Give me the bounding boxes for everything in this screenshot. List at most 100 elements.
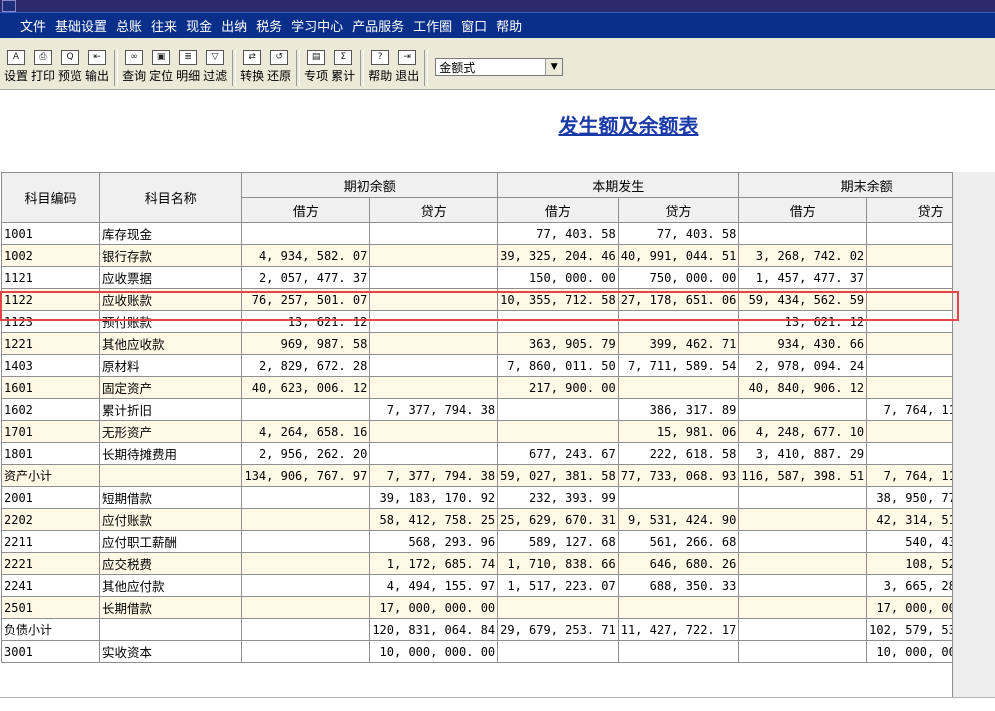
cell-period-debit[interactable]: 363, 905. 79	[497, 332, 619, 355]
table-row[interactable]: 1403 原材料 2, 829, 672. 28 7, 860, 011. 50 7, …	[1, 354, 995, 377]
cell-account-name[interactable]: 固定资产	[98, 376, 243, 399]
cell-account-code[interactable]: 1221	[1, 332, 100, 355]
query-button[interactable]: ∞ 查询	[121, 50, 147, 84]
cell-period-credit[interactable]: 7, 711, 589. 54	[617, 354, 740, 377]
cell-period-credit[interactable]	[617, 596, 740, 619]
cell-period-credit[interactable]: 688, 350. 33	[617, 574, 740, 597]
cell-opening-credit[interactable]	[369, 310, 499, 333]
cell-account-code[interactable]: 2241	[1, 574, 100, 597]
cell-account-name[interactable]: 无形资产	[98, 420, 243, 443]
cell-opening-debit[interactable]	[241, 222, 371, 245]
menu-file[interactable]: 文件	[20, 16, 46, 35]
cell-period-debit[interactable]	[497, 596, 619, 619]
menu-cash[interactable]: 现金	[186, 16, 212, 35]
cell-account-code[interactable]: 2221	[1, 552, 100, 575]
cell-opening-debit[interactable]	[241, 552, 371, 575]
cell-account-name[interactable]: 其他应付款	[98, 574, 243, 597]
cell-period-credit[interactable]: 561, 266. 68	[617, 530, 740, 553]
export-button[interactable]: ⇤ 输出	[84, 50, 110, 84]
exit-button[interactable]: ⇥ 退出	[394, 50, 420, 84]
cell-account-code[interactable]: 1701	[1, 420, 100, 443]
chevron-down-icon[interactable]: ▼	[545, 59, 563, 75]
cell-period-credit[interactable]: 77, 403. 58	[617, 222, 740, 245]
cell-period-credit[interactable]: 11, 427, 722. 17	[617, 618, 740, 641]
table-row[interactable]: 1602 累计折旧 7, 377, 794. 38 386, 317. 89 7, 76…	[1, 398, 995, 421]
table-row[interactable]: 2221 应交税费 1, 172, 685. 74 1, 710, 838. 66 64…	[1, 552, 995, 575]
cell-account-code[interactable]: 3001	[1, 640, 100, 663]
cell-period-credit[interactable]: 15, 981. 06	[617, 420, 740, 443]
cell-period-debit[interactable]	[497, 310, 619, 333]
cell-closing-debit[interactable]: 1, 457, 477. 37	[738, 266, 868, 289]
cell-opening-credit[interactable]: 4, 494, 155. 97	[369, 574, 499, 597]
cell-opening-credit[interactable]: 7, 377, 794. 38	[369, 398, 499, 421]
cell-opening-credit[interactable]: 568, 293. 96	[369, 530, 499, 553]
cell-account-code[interactable]: 1601	[1, 376, 100, 399]
cell-account-name[interactable]: 银行存款	[98, 244, 243, 267]
cell-closing-debit[interactable]	[738, 552, 868, 575]
table-row[interactable]: 2202 应付账款 58, 412, 758. 25 25, 629, 670. 31…	[1, 508, 995, 531]
menu-cashier[interactable]: 出纳	[221, 16, 247, 35]
cell-account-code[interactable]: 2211	[1, 530, 100, 553]
cell-account-name[interactable]: 累计折旧	[98, 398, 243, 421]
table-row[interactable]: 3001 实收资本 10, 000, 000. 00 10, 000, 000. 00	[1, 640, 995, 663]
cell-opening-debit[interactable]: 40, 623, 006. 12	[241, 376, 371, 399]
cell-account-name[interactable]: 短期借款	[98, 486, 243, 509]
cell-period-debit[interactable]: 677, 243. 67	[497, 442, 619, 465]
cell-closing-debit[interactable]	[738, 618, 868, 641]
cell-period-debit[interactable]: 10, 355, 712. 58	[497, 288, 619, 311]
cell-account-name[interactable]: 长期借款	[98, 596, 243, 619]
table-row[interactable]: 负债小计 120, 831, 064. 84 29, 679, 253. 71 11,…	[1, 618, 995, 641]
cell-account-code[interactable]: 1122	[1, 288, 100, 311]
menu-accounts[interactable]: 往来	[151, 16, 177, 35]
cell-account-name[interactable]: 应付职工薪酬	[98, 530, 243, 553]
cell-period-credit[interactable]: 222, 618. 58	[617, 442, 740, 465]
header-period-debit[interactable]: 借方	[497, 197, 619, 223]
cell-opening-credit[interactable]	[369, 420, 499, 443]
cell-closing-debit[interactable]: 13, 621. 12	[738, 310, 868, 333]
table-row[interactable]: 1801 长期待摊费用 2, 956, 262. 20 677, 243. 67 222…	[1, 442, 995, 465]
cell-period-credit[interactable]	[617, 376, 740, 399]
cell-account-code[interactable]: 2202	[1, 508, 100, 531]
table-row[interactable]: 1122 应收账款 76, 257, 501. 07 10, 355, 712. 58…	[1, 288, 995, 311]
cell-opening-credit[interactable]	[369, 222, 499, 245]
cell-closing-debit[interactable]: 116, 587, 398. 51	[738, 464, 868, 487]
cell-period-debit[interactable]	[497, 398, 619, 421]
cell-account-code[interactable]: 1403	[1, 354, 100, 377]
print-button[interactable]: ⎙ 打印	[30, 50, 56, 84]
cell-period-debit[interactable]: 7, 860, 011. 50	[497, 354, 619, 377]
cell-opening-debit[interactable]	[241, 618, 371, 641]
table-row[interactable]: 1221 其他应收款 969, 987. 58 363, 905. 79 399, 46…	[1, 332, 995, 355]
help-button[interactable]: ? 帮助	[367, 50, 393, 84]
cell-period-debit[interactable]: 39, 325, 204. 46	[497, 244, 619, 267]
cell-account-name[interactable]: 应付账款	[98, 508, 243, 531]
cell-account-code[interactable]: 2501	[1, 596, 100, 619]
cell-closing-debit[interactable]: 934, 430. 66	[738, 332, 868, 355]
cell-account-code[interactable]: 2001	[1, 486, 100, 509]
cell-account-code[interactable]: 1801	[1, 442, 100, 465]
cell-account-code[interactable]: 1602	[1, 398, 100, 421]
header-period-credit[interactable]: 贷方	[617, 197, 740, 223]
cell-opening-credit[interactable]: 17, 000, 000. 00	[369, 596, 499, 619]
table-row[interactable]: 资产小计 134, 906, 767. 97 7, 377, 794. 38 59, …	[1, 464, 995, 487]
cell-account-name[interactable]: 库存现金	[98, 222, 243, 245]
cell-period-credit[interactable]: 77, 733, 068. 93	[617, 464, 740, 487]
menu-tax[interactable]: 税务	[256, 16, 282, 35]
cell-closing-debit[interactable]: 59, 434, 562. 59	[738, 288, 868, 311]
cell-opening-debit[interactable]	[241, 508, 371, 531]
cell-account-name[interactable]: 预付账款	[98, 310, 243, 333]
cell-opening-debit[interactable]: 134, 906, 767. 97	[241, 464, 371, 487]
cell-period-credit[interactable]: 646, 680. 26	[617, 552, 740, 575]
special-button[interactable]: ▤ 专项	[303, 50, 329, 84]
cell-opening-credit[interactable]	[369, 288, 499, 311]
cell-period-credit[interactable]	[617, 640, 740, 663]
table-row[interactable]: 1001 库存现金 77, 403. 58 77, 403. 58	[1, 222, 995, 245]
header-closing-debit[interactable]: 借方	[738, 197, 868, 223]
cell-period-credit[interactable]: 27, 178, 651. 06	[617, 288, 740, 311]
cell-opening-debit[interactable]: 13, 621. 12	[241, 310, 371, 333]
table-row[interactable]: 2211 应付职工薪酬 568, 293. 96 589, 127. 68 561, 2…	[1, 530, 995, 553]
cell-opening-debit[interactable]	[241, 530, 371, 553]
table-row[interactable]: 2001 短期借款 39, 183, 170. 92 232, 393. 99 38, …	[1, 486, 995, 509]
cell-opening-credit[interactable]: 39, 183, 170. 92	[369, 486, 499, 509]
cell-account-name[interactable]: 长期待摊费用	[98, 442, 243, 465]
cell-closing-debit[interactable]: 40, 840, 906. 12	[738, 376, 868, 399]
